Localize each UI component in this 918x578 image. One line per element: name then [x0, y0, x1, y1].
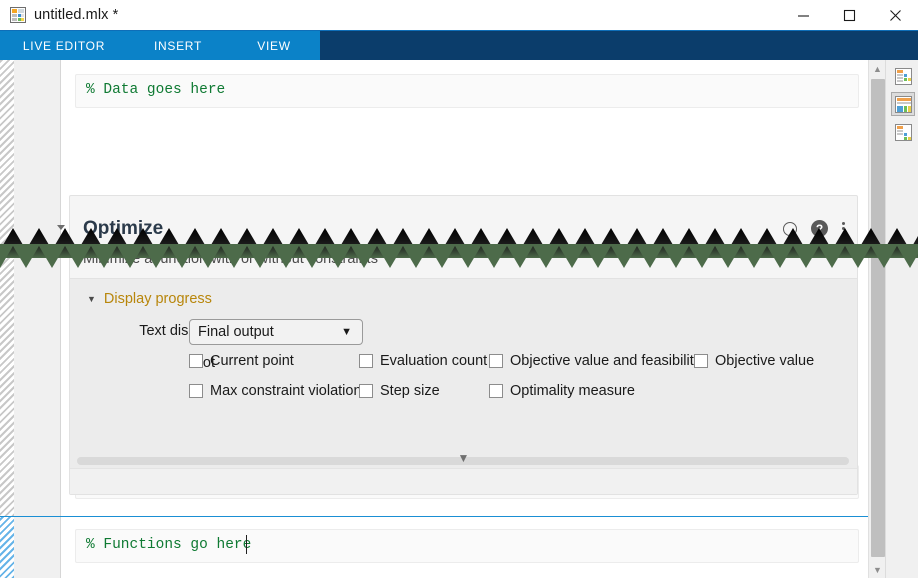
- task-header: Optimize Minimize a function with or wit…: [70, 196, 857, 278]
- minimize-icon[interactable]: [780, 0, 826, 30]
- layout-hidden-icon: [895, 124, 912, 141]
- tab-live-editor-label: LIVE EDITOR: [23, 39, 105, 53]
- maximize-icon[interactable]: [826, 0, 872, 30]
- checkbox-objective-value-and-feasibility[interactable]: Objective value and feasibility: [489, 353, 701, 369]
- checkbox-box: [189, 384, 203, 398]
- checkbox-current-point[interactable]: Current point: [189, 353, 294, 369]
- ribbon-tabs: LIVE EDITOR INSERT VIEW: [0, 31, 320, 60]
- checkbox-label: Evaluation count: [380, 353, 487, 369]
- tab-insert[interactable]: INSERT: [128, 31, 228, 60]
- text-display-dropdown[interactable]: Final output ▼: [189, 319, 363, 345]
- task-body: ▼ Display progress Text display Final ou…: [70, 278, 857, 494]
- vertical-scrollbar-thumb[interactable]: [871, 79, 885, 557]
- checkbox-max-constraint-violation[interactable]: Max constraint violation: [189, 383, 362, 399]
- status-circle-icon[interactable]: [783, 222, 797, 236]
- expand-chevron-icon[interactable]: ▼: [458, 451, 470, 465]
- task-title: Optimize: [83, 218, 163, 240]
- window-title: untitled.mlx *: [34, 7, 118, 23]
- vertical-scrollbar[interactable]: ▲ ▼: [868, 60, 885, 578]
- chevron-down-icon: ▼: [341, 326, 352, 338]
- checkbox-box: [359, 384, 373, 398]
- checkbox-label: Max constraint violation: [210, 383, 362, 399]
- ribbon-bar: LIVE EDITOR INSERT VIEW » cleanup: [0, 31, 918, 60]
- checkbox-box: [694, 354, 708, 368]
- checkbox-box: [489, 354, 503, 368]
- section-collapse-triangle-icon: ▼: [87, 295, 96, 304]
- view-layout-output-right[interactable]: [891, 92, 915, 116]
- right-sidebar: [885, 60, 918, 578]
- matlab-live-script-icon: [10, 7, 26, 23]
- tab-insert-label: INSERT: [154, 39, 202, 53]
- checkbox-evaluation-count[interactable]: Evaluation count: [359, 353, 487, 369]
- code-text-data: % Data goes here: [86, 82, 225, 98]
- view-layout-output-hidden[interactable]: [891, 120, 915, 144]
- close-icon[interactable]: [872, 0, 918, 30]
- checkbox-objective-value[interactable]: Objective value: [694, 353, 814, 369]
- tab-view[interactable]: VIEW: [228, 31, 320, 60]
- checkbox-optimality-measure[interactable]: Optimality measure: [489, 383, 635, 399]
- kebab-menu-icon[interactable]: [842, 222, 845, 236]
- checkbox-label: Current point: [210, 353, 294, 369]
- window-controls: [780, 0, 918, 30]
- display-progress-section-header[interactable]: ▼ Display progress: [87, 291, 212, 307]
- checkbox-label: Optimality measure: [510, 383, 635, 399]
- line-number-gutter: [14, 60, 61, 578]
- gutter-hatch-gray: [0, 60, 14, 516]
- checkbox-box: [489, 384, 503, 398]
- layout-inline-icon: [895, 68, 912, 85]
- display-progress-label: Display progress: [104, 291, 212, 307]
- task-collapse-icon[interactable]: [55, 220, 67, 232]
- view-layout-output-inline[interactable]: [891, 64, 915, 88]
- task-subtitle: Minimize a function with or without cons…: [83, 251, 378, 267]
- tab-view-label: VIEW: [257, 39, 290, 53]
- optimize-task-panel: Optimize Minimize a function with or wit…: [69, 195, 858, 495]
- scroll-up-arrow-icon[interactable]: ▲: [869, 60, 886, 77]
- text-caret: [246, 535, 247, 554]
- text-display-value: Final output: [198, 324, 274, 340]
- gutter-hatch-blue: [0, 517, 14, 578]
- section-separator: [0, 516, 918, 517]
- checkbox-label: Objective value and feasibility: [510, 353, 701, 369]
- task-footer: ▼: [70, 468, 857, 494]
- tab-live-editor[interactable]: LIVE EDITOR: [0, 31, 128, 60]
- layout-right-icon: [895, 96, 912, 113]
- scroll-down-arrow-icon[interactable]: ▼: [869, 561, 886, 578]
- document-area: 1 % Data goes here 3 % Output goes here …: [0, 60, 918, 578]
- title-bar: untitled.mlx *: [0, 0, 918, 31]
- help-question-icon[interactable]: ?: [811, 220, 828, 237]
- checkbox-box: [189, 354, 203, 368]
- live-editor-window: untitled.mlx * LIVE EDITOR INSERT VIEW: [0, 0, 918, 578]
- checkbox-step-size[interactable]: Step size: [359, 383, 440, 399]
- checkbox-label: Objective value: [715, 353, 814, 369]
- checkbox-box: [359, 354, 373, 368]
- checkbox-label: Step size: [380, 383, 440, 399]
- code-text-functions: % Functions go here: [86, 537, 251, 553]
- task-header-icons: ?: [783, 220, 845, 237]
